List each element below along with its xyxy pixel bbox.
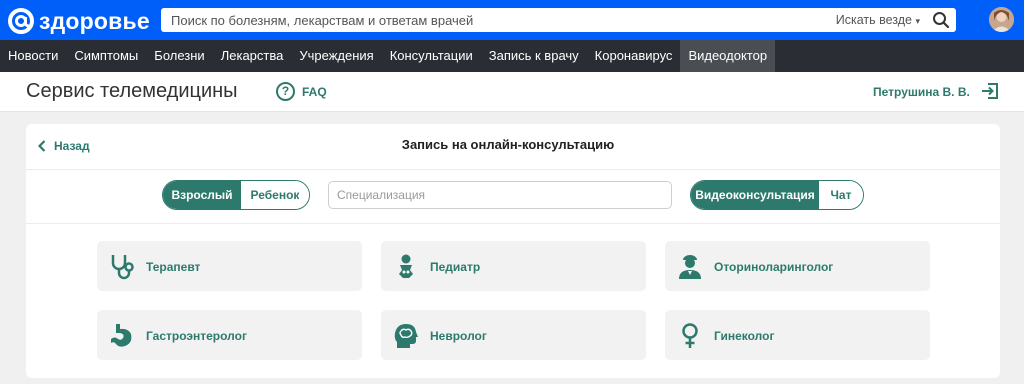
search-scope-label: Искать везде [835, 13, 912, 27]
specialist-card-therapist[interactable]: Терапевт [97, 241, 362, 291]
nav-item-diseases[interactable]: Болезни [146, 40, 212, 72]
at-sign-icon [8, 8, 34, 34]
specialist-card-gastroenterologist[interactable]: Гастроэнтеролог [97, 310, 362, 360]
specialist-label: Гастроэнтеролог [146, 329, 247, 343]
stomach-icon [111, 324, 132, 347]
specialist-label: Гинеколог [714, 329, 775, 343]
site-logo[interactable]: здоровье [6, 6, 150, 36]
logout-icon[interactable] [981, 82, 999, 100]
nav-item-medicines[interactable]: Лекарства [213, 40, 292, 72]
card-header: Назад Запись на онлайн-консультацию [26, 124, 1000, 170]
nav-item-institutions[interactable]: Учреждения [291, 40, 381, 72]
top-header: здоровье Искать везде ▾ [0, 0, 1024, 40]
specialist-card-pediatrician[interactable]: Педиатр [381, 241, 646, 291]
toggle-child[interactable]: Ребенок [241, 181, 309, 209]
toggle-adult[interactable]: Взрослый [163, 181, 241, 209]
nav-item-coronavirus[interactable]: Коронавирус [587, 40, 681, 72]
toggle-chat[interactable]: Чат [819, 181, 863, 209]
consultation-card: Назад Запись на онлайн-консультацию Взро… [26, 124, 1000, 378]
faq-link[interactable]: ? FAQ [276, 82, 327, 101]
main-nav: Новости Симптомы Болезни Лекарства Учреж… [0, 40, 1024, 72]
specialist-card-neurologist[interactable]: Невролог [381, 310, 646, 360]
nav-item-news[interactable]: Новости [0, 40, 66, 72]
nav-item-consultations[interactable]: Консультации [382, 40, 481, 72]
toggle-video[interactable]: Видеоконсультация [691, 181, 819, 209]
service-header: Сервис телемедицины ? FAQ Петрушина В. В… [0, 72, 1024, 112]
logo-text: здоровье [39, 7, 150, 34]
specialist-label: Невролог [430, 329, 487, 343]
question-icon: ? [276, 82, 295, 101]
search-bar: Искать везде ▾ [161, 8, 956, 32]
search-input[interactable] [161, 8, 821, 32]
page-title: Сервис телемедицины [26, 80, 238, 102]
brain-head-icon [394, 324, 418, 348]
specialist-card-ent[interactable]: Оториноларинголог [665, 241, 930, 291]
female-symbol-icon [682, 323, 698, 348]
avatar-photo [989, 7, 1014, 32]
specialist-label: Терапевт [146, 260, 201, 274]
filters-row: Взрослый Ребенок Видеоконсультация Чат [26, 170, 1000, 224]
baby-icon [399, 254, 413, 278]
card-title: Запись на онлайн-консультацию [401, 137, 615, 152]
search-scope-dropdown[interactable]: Искать везде ▾ [836, 13, 920, 27]
nav-item-symptoms[interactable]: Симптомы [66, 40, 146, 72]
specialist-card-gynecologist[interactable]: Гинеколог [665, 310, 930, 360]
avatar[interactable] [989, 7, 1014, 32]
specialist-label: Педиатр [430, 260, 481, 274]
user-name-link[interactable]: Петрушина В. В. [873, 85, 970, 99]
search-icon[interactable] [932, 11, 950, 29]
consultation-type-toggle: Видеоконсультация Чат [690, 180, 864, 210]
specialist-label: Оториноларинголог [714, 260, 834, 274]
nav-item-videodoctor[interactable]: Видеодоктор [680, 40, 776, 72]
faq-label: FAQ [302, 84, 327, 99]
chevron-down-icon: ▾ [915, 16, 920, 26]
specialization-input[interactable] [328, 181, 672, 209]
age-toggle: Взрослый Ребенок [162, 180, 310, 210]
doctor-icon [679, 255, 701, 279]
stethoscope-icon [111, 255, 134, 280]
nav-item-appointment[interactable]: Запись к врачу [481, 40, 587, 72]
